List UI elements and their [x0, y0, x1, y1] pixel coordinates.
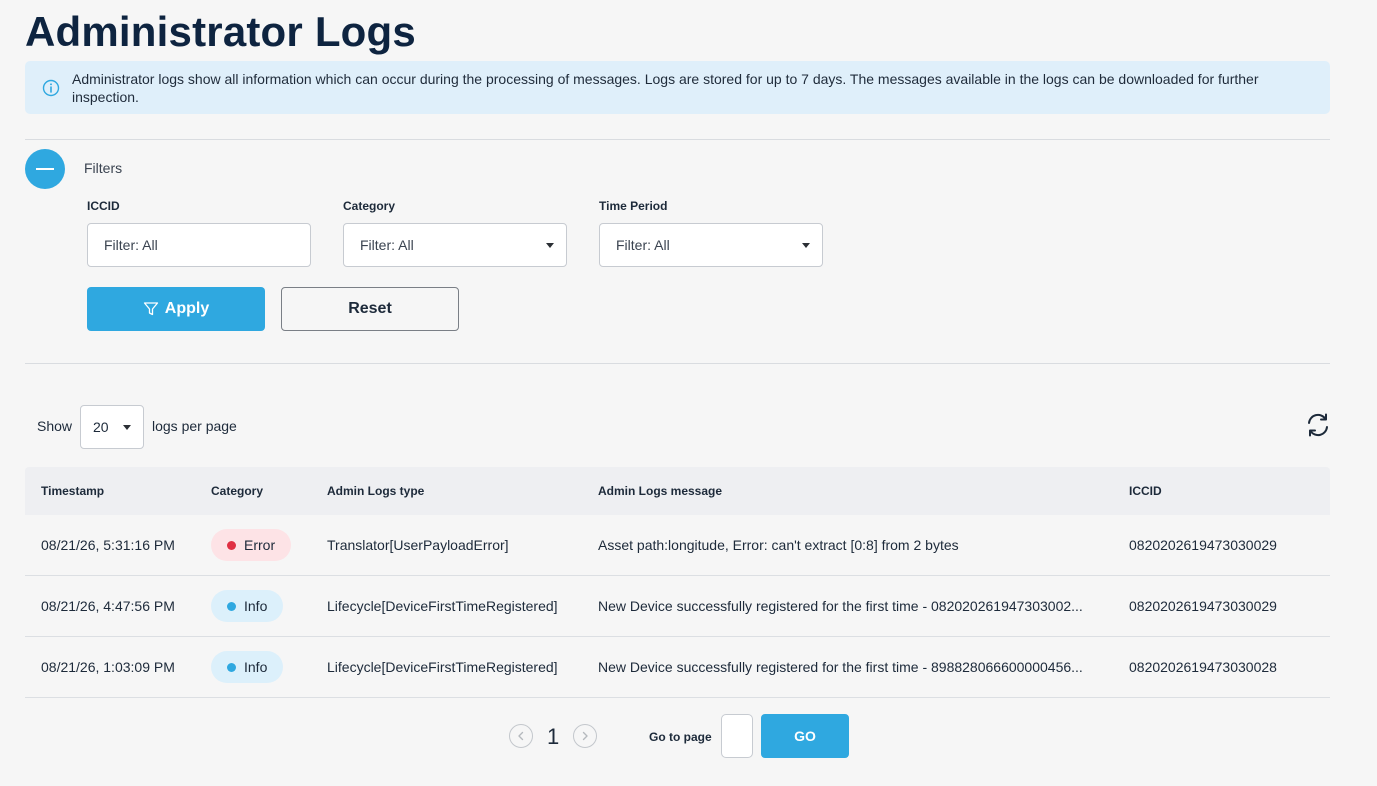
time-period-filter-select[interactable]: Filter: All [599, 223, 823, 267]
cell-iccid: 0820202619473030029 [1129, 598, 1277, 614]
category-badge-info: Info [211, 651, 284, 683]
table-row[interactable]: 08/21/26, 4:47:56 PM Info Lifecycle[Devi… [25, 576, 1330, 637]
category-badge-label: Error [244, 537, 276, 553]
cell-message: New Device successfully registered for t… [598, 598, 1083, 614]
cell-type: Lifecycle[DeviceFirstTimeRegistered] [327, 598, 558, 614]
error-dot-icon [227, 540, 236, 550]
table-header: Timestamp Category Admin Logs type Admin… [25, 467, 1330, 515]
divider [25, 139, 1330, 140]
time-period-label: Time Period [599, 199, 668, 213]
cell-message: New Device successfully registered for t… [598, 659, 1083, 675]
cell-type: Translator[UserPayloadError] [327, 537, 509, 553]
caret-down-icon [546, 243, 554, 248]
time-period-filter-value: Filter: All [616, 237, 670, 253]
filters-label: Filters [84, 160, 123, 176]
cell-iccid: 0820202619473030028 [1129, 659, 1277, 675]
iccid-filter-field[interactable] [87, 223, 311, 267]
funnel-icon [143, 302, 158, 316]
logs-table: Timestamp Category Admin Logs type Admin… [25, 467, 1330, 698]
cell-message: Asset path:longitude, Error: can't extra… [598, 537, 959, 553]
previous-page-button[interactable] [509, 724, 533, 748]
column-header-message[interactable]: Admin Logs message [598, 484, 1098, 498]
reset-button[interactable]: Reset [281, 287, 459, 331]
table-row[interactable]: 08/21/26, 5:31:16 PM Error Translator[Us… [25, 515, 1330, 576]
apply-button[interactable]: Apply [87, 287, 265, 331]
logs-per-page-label: logs per page [152, 418, 237, 434]
refresh-icon[interactable] [1305, 412, 1331, 438]
caret-down-icon [123, 425, 131, 430]
chevron-left-icon [518, 731, 524, 741]
iccid-filter-input[interactable] [104, 237, 310, 253]
divider [25, 363, 1330, 364]
category-filter-select[interactable]: Filter: All [343, 223, 567, 267]
filters-collapse-button[interactable] [25, 149, 65, 189]
column-header-type[interactable]: Admin Logs type [327, 484, 424, 498]
logs-per-page-value: 20 [93, 419, 109, 435]
iccid-label: ICCID [87, 199, 120, 213]
minus-icon [36, 168, 54, 170]
page-title: Administrator Logs [25, 8, 416, 55]
cell-iccid: 08202026194730300​29 [1129, 537, 1277, 553]
info-dot-icon [227, 601, 236, 611]
go-button[interactable]: GO [761, 714, 849, 758]
cell-timestamp: 08/21/26, 1:03:09 PM [41, 659, 175, 675]
go-to-page-input[interactable] [721, 714, 753, 758]
column-header-category[interactable]: Category [211, 484, 263, 498]
next-page-button[interactable] [573, 724, 597, 748]
category-badge-label: Info [244, 659, 268, 675]
category-filter-value: Filter: All [360, 237, 414, 253]
cell-timestamp: 08/21/26, 5:31:16 PM [41, 537, 175, 553]
table-row[interactable]: 08/21/26, 1:03:09 PM Info Lifecycle[Devi… [25, 637, 1330, 698]
chevron-right-icon [582, 731, 588, 741]
info-icon [42, 79, 60, 97]
category-label: Category [343, 199, 396, 213]
show-label: Show [37, 418, 73, 434]
apply-button-label: Apply [164, 300, 210, 317]
logs-per-page-select[interactable]: 20 [80, 405, 144, 449]
info-banner: Administrator logs show all information … [25, 61, 1330, 114]
category-badge-error: Error [211, 529, 292, 561]
info-dot-icon [227, 662, 236, 672]
cell-timestamp: 08/21/26, 4:47:56 PM [41, 598, 175, 614]
cell-type: Lifecycle[DeviceFirstTimeRegistered] [327, 659, 558, 675]
category-badge-label: Info [244, 598, 268, 614]
column-header-timestamp[interactable]: Timestamp [41, 484, 104, 498]
go-to-page-label: Go to page [649, 730, 712, 744]
current-page-number: 1 [547, 724, 560, 749]
caret-down-icon [802, 243, 810, 248]
info-text: Administrator logs show all information … [72, 71, 1259, 105]
column-header-iccid[interactable]: ICCID [1129, 484, 1162, 498]
category-badge-info: Info [211, 590, 284, 622]
